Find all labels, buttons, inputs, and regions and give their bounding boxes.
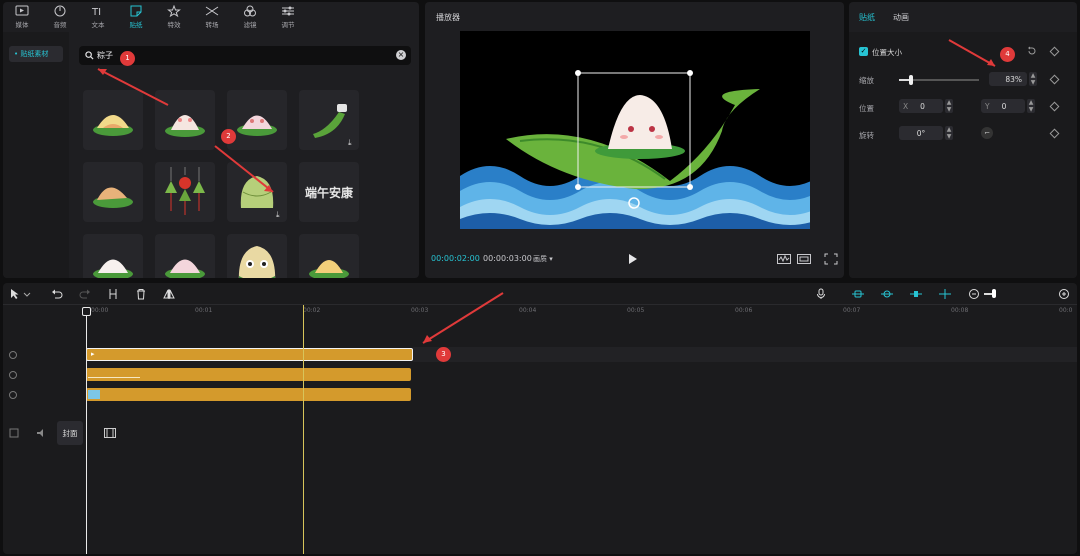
player-title: 播放器 — [436, 13, 460, 22]
annotation-badge: 1 — [120, 51, 135, 66]
annotation-arrow-timeline — [422, 292, 504, 344]
timeline-panel: 00:00 00:01 00:02 00:03 00:04 00:05 00:0… — [3, 283, 1077, 554]
sticker-library-panel: 媒体 音频 TI 文本 贴纸 特效 转场 滤镜 调节 • 贴纸素材 粽子 × ⤓… — [3, 2, 419, 278]
annotation-arrows-left — [97, 68, 274, 193]
properties-panel: 贴纸 动画 ✓ 位置大小 缩放 83% ▲ ▼ 位置 X 0 ▲ ▼ Y 0 ▲ ▼ … — [849, 2, 1077, 278]
player-panel: 播放器 00:00:02:00 00:00:03:00 画质 ▾ — [425, 2, 844, 278]
preview-canvas — [460, 70, 810, 229]
aspect-ratio-icon[interactable] — [797, 253, 811, 265]
annotation-badge: 3 — [436, 347, 451, 362]
annotation-arrow-right — [948, 39, 996, 67]
annotation-badge: 2 — [221, 129, 236, 144]
total-timecode: 00:00:03:00 — [483, 254, 532, 263]
player-controls: 00:00:02:00 00:00:03:00 画质 ▾ — [425, 250, 844, 270]
play-icon[interactable] — [628, 253, 638, 265]
fullscreen-icon[interactable] — [824, 253, 838, 265]
waveform-icon[interactable] — [777, 253, 791, 265]
annotation-badge: 4 — [1000, 47, 1015, 62]
quality-dropdown[interactable]: 画质 ▾ — [533, 254, 553, 264]
current-timecode: 00:00:02:00 — [431, 254, 480, 263]
video-preview[interactable] — [460, 31, 810, 229]
